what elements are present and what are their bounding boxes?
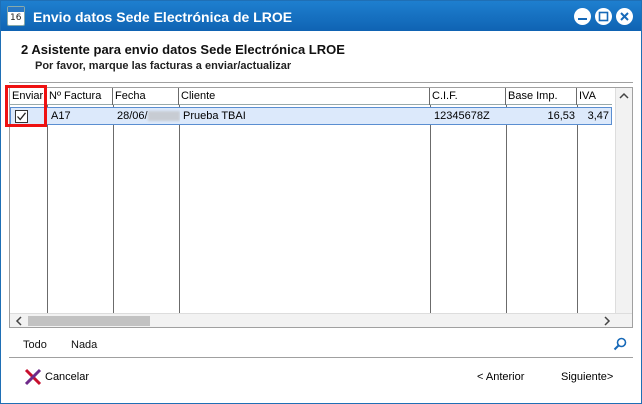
next-button[interactable]: Siguiente>: [561, 371, 613, 383]
cell-iva: 3,47: [587, 110, 609, 122]
wizard-window: 16 Envio datos Sede Electrónica de LROE …: [0, 0, 642, 404]
search-icon[interactable]: [613, 337, 627, 351]
col-header-base[interactable]: Base Imp.: [506, 88, 577, 105]
maximize-button[interactable]: [595, 8, 612, 25]
chevron-right-icon: [604, 316, 611, 326]
col-header-factura[interactable]: Nº Factura: [47, 88, 113, 105]
cell-base: 16,53: [547, 110, 575, 122]
vertical-scrollbar[interactable]: [615, 88, 632, 313]
window-title: Envio datos Sede Electrónica de LROE: [33, 9, 293, 25]
maximize-icon: [598, 11, 609, 22]
scroll-left-arrow[interactable]: [12, 314, 26, 328]
divider: [9, 82, 633, 83]
col-header-iva[interactable]: IVA: [577, 88, 615, 105]
column-divider: [113, 105, 114, 313]
close-button[interactable]: [616, 8, 633, 25]
horizontal-scroll-thumb[interactable]: [28, 316, 150, 326]
calendar-icon: 16: [7, 6, 25, 26]
cell-fecha: 28/06/: [114, 108, 180, 124]
cell-fecha-text: 28/06/: [117, 110, 148, 122]
step-number: 2: [21, 42, 29, 57]
column-divider: [430, 105, 431, 313]
close-icon: [620, 12, 629, 21]
cell-factura: A17: [51, 110, 71, 122]
col-header-cif[interactable]: C.I.F.: [430, 88, 506, 105]
col-header-cliente[interactable]: Cliente: [179, 88, 430, 105]
chevron-up-icon: [619, 92, 629, 99]
col-header-fecha[interactable]: Fecha: [113, 88, 179, 105]
select-all-link[interactable]: Todo: [23, 339, 47, 351]
horizontal-scrollbar[interactable]: [10, 313, 632, 327]
chevron-left-icon: [15, 316, 22, 326]
scroll-right-arrow[interactable]: [600, 314, 614, 328]
title-bar[interactable]: 16 Envio datos Sede Electrónica de LROE: [1, 1, 641, 31]
step-title-text: Asistente para envio datos Sede Electrón…: [31, 42, 345, 57]
redacted-area: [147, 111, 180, 122]
minimize-button[interactable]: [574, 8, 591, 25]
column-divider: [47, 105, 48, 313]
column-divider: [577, 105, 578, 313]
column-divider: [506, 105, 507, 313]
step-instruction: Por favor, marque las facturas a enviar/…: [35, 60, 292, 72]
column-divider: [179, 105, 180, 313]
cancel-button[interactable]: Cancelar: [23, 367, 89, 387]
table-row[interactable]: A17 28/06/ Prueba TBAI 12345678Z 16,53 3…: [10, 107, 612, 125]
previous-button[interactable]: < Anterior: [477, 371, 524, 383]
select-none-link[interactable]: Nada: [71, 339, 97, 351]
annotation-highlight-box: [5, 85, 47, 127]
grid-header: Enviar Nº Factura Fecha Cliente C.I.F. B…: [10, 88, 612, 105]
invoice-grid[interactable]: Enviar Nº Factura Fecha Cliente C.I.F. B…: [9, 87, 633, 328]
scroll-up-arrow[interactable]: [616, 90, 632, 104]
minimize-icon: [578, 18, 587, 20]
cancel-icon: [24, 368, 42, 386]
cancel-label: Cancelar: [45, 371, 90, 383]
step-title: 2 Asistente para envio datos Sede Electr…: [21, 42, 345, 57]
divider: [9, 357, 633, 358]
cell-cliente: Prueba TBAI: [183, 110, 246, 122]
cell-cif: 12345678Z: [434, 110, 490, 122]
